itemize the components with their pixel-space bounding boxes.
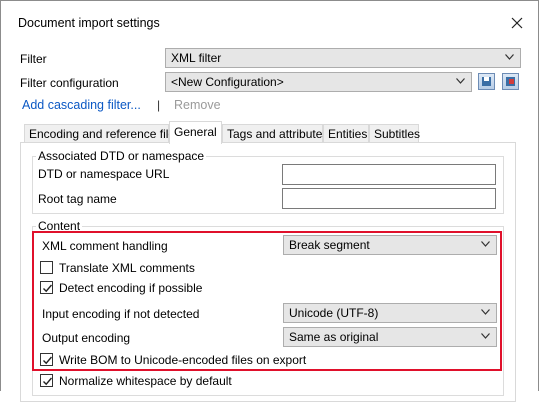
dtd-group-legend: Associated DTD or namespace bbox=[36, 149, 207, 163]
filter-select[interactable]: XML filter bbox=[165, 48, 521, 68]
window-title: Document import settings bbox=[18, 16, 160, 30]
chevron-down-icon bbox=[456, 78, 465, 84]
save-config-button[interactable] bbox=[478, 73, 495, 90]
close-button[interactable] bbox=[506, 12, 528, 34]
root-tag-label: Root tag name bbox=[38, 192, 117, 206]
link-separator: | bbox=[157, 98, 161, 112]
add-cascading-filter-link[interactable]: Add cascading filter... bbox=[22, 98, 141, 112]
root-tag-input[interactable] bbox=[282, 188, 496, 209]
filter-config-select-value: <New Configuration> bbox=[171, 75, 284, 89]
chevron-down-icon bbox=[505, 54, 514, 60]
dtd-url-label: DTD or namespace URL bbox=[38, 167, 170, 181]
normalize-whitespace-label: Normalize whitespace by default bbox=[59, 374, 232, 388]
remove-link[interactable]: Remove bbox=[174, 98, 221, 112]
tab-general[interactable]: General bbox=[169, 121, 222, 144]
dtd-url-input[interactable] bbox=[282, 164, 496, 185]
delete-config-button[interactable] bbox=[502, 73, 519, 90]
highlight-box bbox=[32, 231, 502, 371]
tab-encoding-and-reference-files[interactable]: Encoding and reference files bbox=[24, 124, 181, 142]
tab-tags-and-attributes[interactable]: Tags and attributes bbox=[222, 124, 328, 142]
filter-config-label: Filter configuration bbox=[20, 76, 119, 90]
filter-select-value: XML filter bbox=[171, 51, 222, 65]
checkmark-icon bbox=[43, 377, 53, 386]
filter-label: Filter bbox=[20, 52, 47, 66]
filter-config-select[interactable]: <New Configuration> bbox=[165, 72, 472, 92]
normalize-whitespace-checkbox[interactable] bbox=[40, 374, 53, 387]
tab-subtitles[interactable]: Subtitles bbox=[369, 124, 420, 142]
tab-entities[interactable]: Entities bbox=[323, 124, 369, 142]
close-icon bbox=[511, 17, 523, 29]
